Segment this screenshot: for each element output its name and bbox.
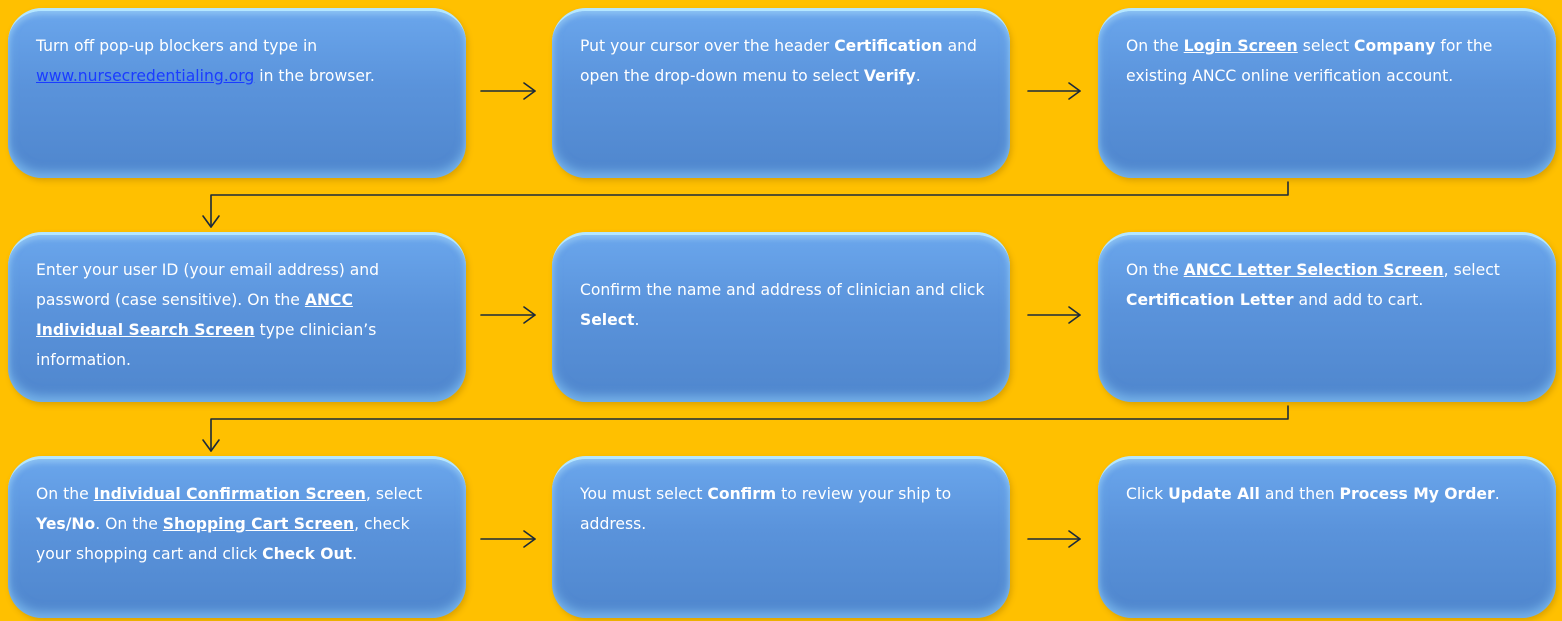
right-arrow-icon bbox=[480, 82, 536, 100]
step-box-6: On the ANCC Letter Selection Screen, sel… bbox=[1098, 232, 1556, 402]
step-3-text-b: select bbox=[1297, 37, 1355, 55]
process-flow-diagram: Turn off pop-up blockers and type in www… bbox=[0, 0, 1562, 621]
step-5-bold-select: Select bbox=[580, 311, 635, 329]
step-box-1: Turn off pop-up blockers and type in www… bbox=[8, 8, 466, 178]
step-3-login-screen: Login Screen bbox=[1183, 37, 1298, 55]
step-7-bold-check-out: Check Out bbox=[262, 545, 353, 563]
right-arrow-icon bbox=[480, 530, 536, 548]
step-box-2: Put your cursor over the header Certific… bbox=[552, 8, 1010, 178]
step-9-text-a: Click bbox=[1126, 485, 1169, 503]
right-arrow-icon bbox=[480, 306, 536, 324]
down-arrow-icon bbox=[202, 181, 1289, 228]
step-2-bold-verify: Verify bbox=[863, 67, 916, 85]
right-arrow-icon bbox=[1027, 306, 1081, 324]
step-7-individual-confirmation-screen: Individual Confirmation Screen bbox=[93, 485, 366, 503]
step-8-text-a: You must select bbox=[580, 485, 708, 503]
step-8-bold-confirm: Confirm bbox=[707, 485, 777, 503]
step-box-8: You must select Confirm to review your s… bbox=[552, 456, 1010, 618]
step-5-text-a: Confirm the name and address of clinicia… bbox=[580, 281, 985, 299]
step-3-bold-company: Company bbox=[1354, 37, 1436, 55]
step-9-text-b: and then bbox=[1259, 485, 1340, 503]
right-arrow-icon bbox=[1027, 530, 1081, 548]
step-3-text-a: On the bbox=[1126, 37, 1184, 55]
step-6-text-a: On the bbox=[1126, 261, 1184, 279]
step-9-bold-process-my-order: Process My Order bbox=[1339, 485, 1495, 503]
right-arrow-icon bbox=[1027, 82, 1081, 100]
step-7-text-b: , select bbox=[365, 485, 423, 503]
step-box-3: On the Login Screen select Company for t… bbox=[1098, 8, 1556, 178]
step-1-text-b: in the browser. bbox=[254, 67, 375, 85]
nursecredentialing-link[interactable]: www.nursecredentialing.org bbox=[36, 67, 254, 85]
step-6-text-c: and add to cart. bbox=[1293, 291, 1424, 309]
step-box-7: On the Individual Confirmation Screen, s… bbox=[8, 456, 466, 618]
step-box-4: Enter your user ID (your email address) … bbox=[8, 232, 466, 402]
step-6-bold-certification-letter: Certification Letter bbox=[1126, 291, 1294, 309]
down-arrow-icon bbox=[202, 405, 1289, 452]
step-7-text-c: . On the bbox=[95, 515, 163, 533]
step-box-9: Click Update All and then Process My Ord… bbox=[1098, 456, 1556, 618]
step-7-text-e: . bbox=[352, 545, 358, 563]
step-7-bold-yes-no: Yes/No bbox=[36, 515, 96, 533]
step-2-bold-certification: Certification bbox=[834, 37, 943, 55]
step-7-shopping-cart-screen: Shopping Cart Screen bbox=[162, 515, 355, 533]
step-6-letter-selection-screen: ANCC Letter Selection Screen bbox=[1183, 261, 1444, 279]
step-9-bold-update-all: Update All bbox=[1168, 485, 1260, 503]
step-7-text-a: On the bbox=[36, 485, 94, 503]
step-2-text-c: . bbox=[915, 67, 921, 85]
step-5-text-b: . bbox=[634, 311, 640, 329]
step-2-text-a: Put your cursor over the header bbox=[580, 37, 835, 55]
step-9-text-c: . bbox=[1494, 485, 1500, 503]
step-1-text-a: Turn off pop-up blockers and type in bbox=[36, 37, 318, 55]
step-6-text-b: , select bbox=[1443, 261, 1500, 279]
step-box-5: Confirm the name and address of clinicia… bbox=[552, 232, 1010, 402]
